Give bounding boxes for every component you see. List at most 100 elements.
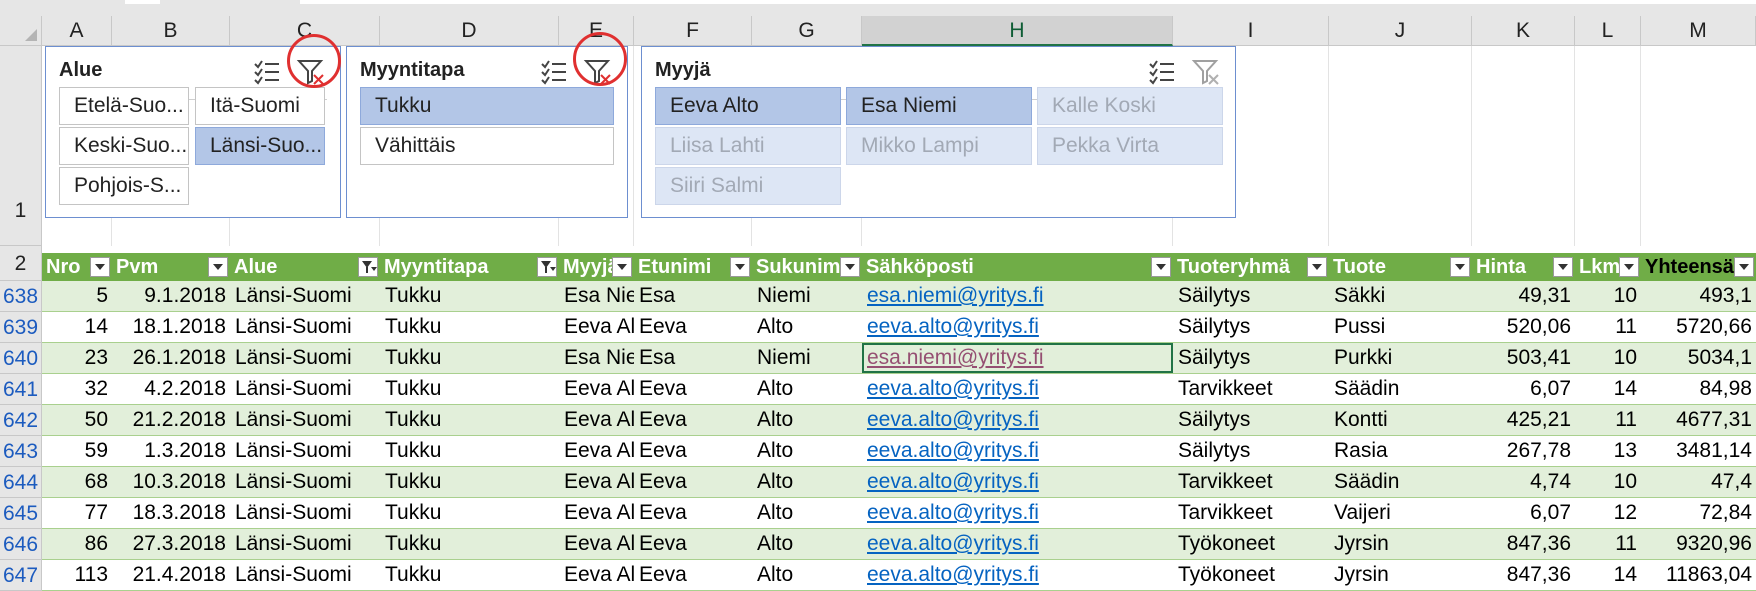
row-header[interactable]: 640 (0, 343, 42, 374)
slicer-item[interactable]: Siiri Salmi (655, 167, 841, 205)
column-header-d[interactable]: D (380, 16, 559, 46)
table-cell[interactable]: Alto (752, 436, 862, 466)
column-header-j[interactable]: J (1329, 16, 1472, 46)
table-cell[interactable]: 4677,31 (1641, 405, 1756, 435)
filter-dropdown-button[interactable] (840, 257, 860, 277)
email-link[interactable]: eeva.alto@yritys.fi (862, 498, 1173, 528)
table-cell[interactable]: 4.2.2018 (112, 374, 230, 404)
table-cell[interactable]: Eeva (634, 467, 752, 497)
email-link[interactable]: esa.niemi@yritys.fi (862, 281, 1173, 311)
column-header-i[interactable]: I (1173, 16, 1329, 46)
table-cell[interactable]: Eeva Alto (559, 405, 634, 435)
row-header[interactable]: 646 (0, 529, 42, 560)
slicer-item[interactable]: Esa Niemi (846, 87, 1032, 125)
clear-filter-icon[interactable] (1191, 57, 1221, 87)
filter-active-button[interactable] (537, 257, 557, 277)
table-cell[interactable]: 68 (42, 467, 112, 497)
table-cell[interactable]: Säilytys (1173, 281, 1329, 311)
table-cell[interactable]: Säilytys (1173, 312, 1329, 342)
table-cell[interactable]: Eeva (634, 529, 752, 559)
table-cell[interactable]: 77 (42, 498, 112, 528)
filter-active-button[interactable] (358, 257, 378, 277)
slicer-item[interactable]: Kalle Koski (1037, 87, 1223, 125)
row-header[interactable]: 643 (0, 436, 42, 467)
column-header-f[interactable]: F (634, 16, 752, 46)
table-cell[interactable]: Työkoneet (1173, 529, 1329, 559)
table-cell[interactable]: 6,07 (1472, 374, 1575, 404)
column-header-g[interactable]: G (752, 16, 862, 46)
slicer-item[interactable]: Mikko Lampi (846, 127, 1032, 165)
table-cell[interactable]: 9.1.2018 (112, 281, 230, 311)
table-cell[interactable]: Alto (752, 467, 862, 497)
table-cell[interactable]: Jyrsin (1329, 529, 1472, 559)
filter-dropdown-button[interactable] (730, 257, 750, 277)
table-cell[interactable]: Länsi-Suomi (230, 498, 380, 528)
table-cell[interactable]: 5 (42, 281, 112, 311)
row-header[interactable]: 639 (0, 312, 42, 343)
table-cell[interactable]: 10 (1575, 281, 1641, 311)
email-link[interactable]: eeva.alto@yritys.fi (862, 436, 1173, 466)
table-cell[interactable]: Alto (752, 374, 862, 404)
slicer-item[interactable]: Keski-Suo... (59, 127, 189, 165)
slicer-item[interactable]: Tukku (360, 87, 614, 125)
multi-select-icon[interactable] (539, 57, 569, 87)
table-cell[interactable]: 9320,96 (1641, 529, 1756, 559)
table-cell[interactable]: 21.2.2018 (112, 405, 230, 435)
table-cell[interactable]: Esa (634, 343, 752, 373)
table-cell[interactable]: Eeva Alto (559, 467, 634, 497)
table-cell[interactable]: Säilytys (1173, 343, 1329, 373)
table-cell[interactable]: Länsi-Suomi (230, 467, 380, 497)
table-cell[interactable]: 493,1 (1641, 281, 1756, 311)
email-link[interactable]: eeva.alto@yritys.fi (862, 312, 1173, 342)
table-cell[interactable]: Tukku (380, 436, 559, 466)
filter-dropdown-button[interactable] (1450, 257, 1470, 277)
table-cell[interactable]: 32 (42, 374, 112, 404)
table-cell[interactable]: 267,78 (1472, 436, 1575, 466)
table-cell[interactable]: Eeva (634, 374, 752, 404)
table-cell[interactable]: Tukku (380, 498, 559, 528)
table-cell[interactable]: Esa Niemi (559, 343, 634, 373)
filter-dropdown-button[interactable] (1553, 257, 1573, 277)
table-cell[interactable]: Säädin (1329, 467, 1472, 497)
table-cell[interactable]: 18.3.2018 (112, 498, 230, 528)
table-cell[interactable]: Länsi-Suomi (230, 312, 380, 342)
table-cell[interactable]: 10.3.2018 (112, 467, 230, 497)
table-cell[interactable]: 425,21 (1472, 405, 1575, 435)
email-link[interactable]: eeva.alto@yritys.fi (862, 467, 1173, 497)
table-cell[interactable]: Länsi-Suomi (230, 374, 380, 404)
filter-dropdown-button[interactable] (1619, 257, 1639, 277)
table-cell[interactable]: Länsi-Suomi (230, 436, 380, 466)
table-cell[interactable]: 72,84 (1641, 498, 1756, 528)
table-cell[interactable]: 6,07 (1472, 498, 1575, 528)
row-header-2[interactable]: 2 (0, 246, 42, 281)
table-cell[interactable]: Säilytys (1173, 436, 1329, 466)
table-cell[interactable]: Länsi-Suomi (230, 281, 380, 311)
multi-select-icon[interactable] (252, 57, 282, 87)
column-header-m[interactable]: M (1641, 16, 1756, 46)
table-cell[interactable]: Länsi-Suomi (230, 343, 380, 373)
column-header-k[interactable]: K (1472, 16, 1575, 46)
table-cell[interactable]: 27.3.2018 (112, 529, 230, 559)
filter-dropdown-button[interactable] (90, 257, 110, 277)
table-cell[interactable]: Kontti (1329, 405, 1472, 435)
table-cell[interactable]: 4,74 (1472, 467, 1575, 497)
table-cell[interactable]: Alto (752, 312, 862, 342)
table-cell[interactable]: Länsi-Suomi (230, 529, 380, 559)
row-header[interactable]: 641 (0, 374, 42, 405)
table-cell[interactable]: 5034,1 (1641, 343, 1756, 373)
table-cell[interactable]: Eeva (634, 312, 752, 342)
table-cell[interactable]: Tukku (380, 529, 559, 559)
table-cell[interactable]: Purkki (1329, 343, 1472, 373)
table-cell[interactable]: Esa (634, 281, 752, 311)
column-header-a[interactable]: A (42, 16, 112, 46)
table-cell[interactable]: Tukku (380, 343, 559, 373)
column-header-l[interactable]: L (1575, 16, 1641, 46)
table-cell[interactable]: 1.3.2018 (112, 436, 230, 466)
table-cell[interactable]: 14 (1575, 374, 1641, 404)
email-link[interactable]: eeva.alto@yritys.fi (862, 529, 1173, 559)
table-cell[interactable]: 49,31 (1472, 281, 1575, 311)
table-cell[interactable]: Niemi (752, 281, 862, 311)
table-cell[interactable]: 12 (1575, 498, 1641, 528)
table-cell[interactable]: Länsi-Suomi (230, 405, 380, 435)
table-cell[interactable]: Eeva Alto (559, 374, 634, 404)
